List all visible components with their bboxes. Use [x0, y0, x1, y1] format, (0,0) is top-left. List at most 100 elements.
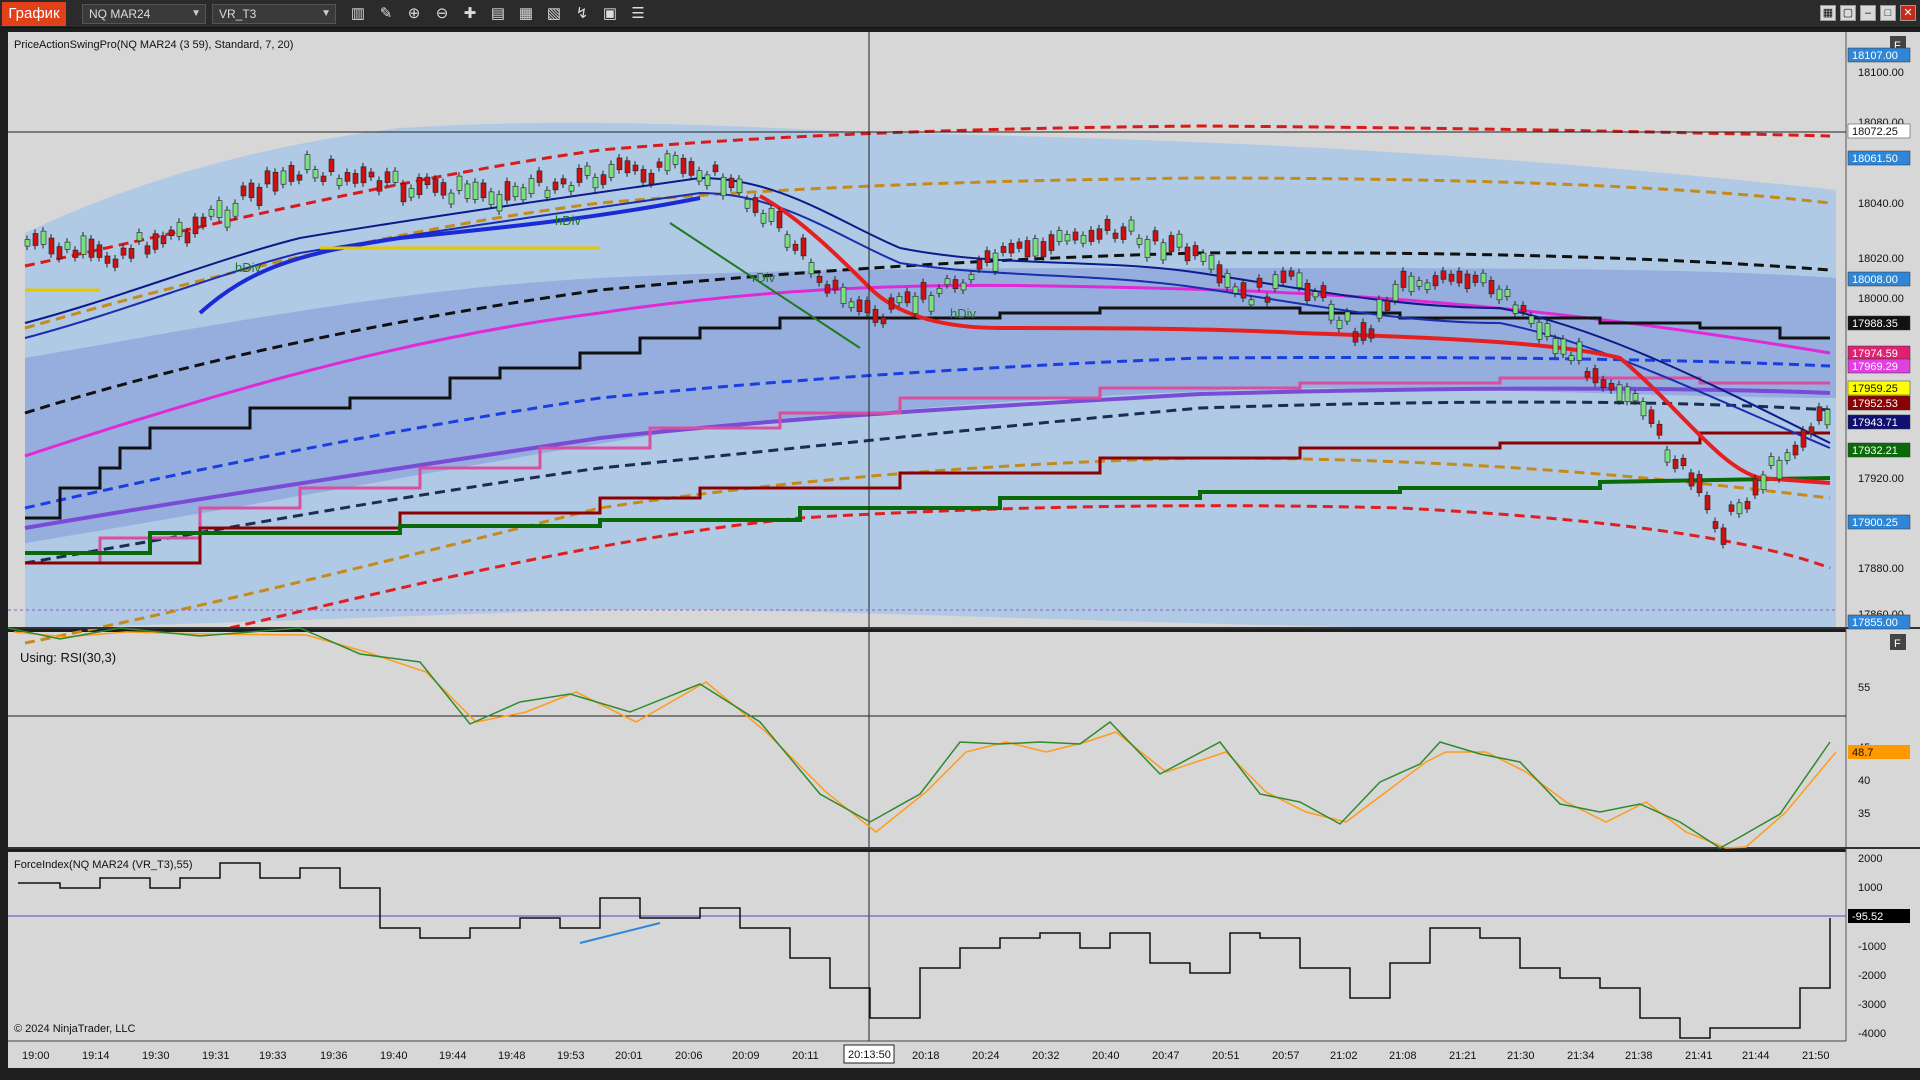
instrument-selector[interactable]: NQ MAR24 ▼ [82, 4, 206, 24]
draw-pencil-icon[interactable]: ✎ [376, 4, 396, 24]
candle-body [680, 157, 687, 174]
minimize-icon[interactable]: – [1860, 5, 1876, 21]
candle-body [1296, 272, 1303, 288]
candle-body [96, 244, 103, 258]
candle-body [744, 199, 751, 209]
close-icon[interactable]: ✕ [1900, 5, 1916, 21]
candle-body [472, 181, 479, 200]
bar-type-icon[interactable]: ▥ [348, 4, 368, 24]
chart-area[interactable]: PriceActionSwingPro(NQ MAR24 (3 59), Sta… [0, 28, 1920, 1080]
time-tick-label: 21:38 [1625, 1050, 1653, 1062]
chart-tab[interactable]: График [2, 2, 66, 26]
rsi-tick-label: 35 [1858, 808, 1870, 820]
candle-body [1424, 282, 1431, 290]
candle-body [976, 259, 983, 270]
time-tick-label: 19:53 [557, 1050, 585, 1062]
candle-body [344, 172, 351, 182]
price-marker-text: 18107.00 [1852, 50, 1898, 62]
candle-body [1824, 409, 1831, 426]
candle-body [640, 169, 647, 183]
time-tick-label: 21:34 [1567, 1050, 1595, 1062]
candle-body [1192, 245, 1199, 257]
strategies-icon[interactable]: ▧ [544, 4, 564, 24]
candle-body [1552, 338, 1559, 354]
crosshair-icon[interactable]: ✚ [460, 4, 480, 24]
force-tick-label: -1000 [1858, 941, 1886, 953]
candle-body [816, 275, 823, 283]
candle-body [1784, 452, 1791, 461]
candle-body [824, 284, 831, 294]
zoom-in-icon[interactable]: ⊕ [404, 4, 424, 24]
candle-body [920, 282, 927, 300]
candle-body [1168, 235, 1175, 252]
price-tick-label: 18100.00 [1858, 67, 1904, 79]
candle-body [248, 182, 255, 198]
time-tick-label: 19:30 [142, 1050, 170, 1062]
time-tick-label: 21:41 [1685, 1050, 1713, 1062]
time-tick-label: 21:21 [1449, 1050, 1477, 1062]
candle-body [576, 167, 583, 183]
candle-body [1136, 237, 1143, 245]
candle-body [1440, 270, 1447, 280]
list-icon[interactable]: ☰ [628, 4, 648, 24]
candle-body [440, 182, 447, 196]
zoom-out-icon[interactable]: ⊖ [432, 4, 452, 24]
restore-icon[interactable]: ▢ [1840, 5, 1856, 21]
candle-body [152, 233, 159, 250]
candle-body [144, 245, 151, 255]
candle-body [352, 173, 359, 184]
candle-body [960, 282, 967, 291]
candle-body [1088, 229, 1095, 242]
candle-body [1248, 299, 1255, 306]
force-marker-text: -95.52 [1852, 911, 1883, 923]
candle-body [560, 178, 567, 185]
price-tick-label: 18040.00 [1858, 198, 1904, 210]
candle-body [1464, 273, 1471, 289]
time-tick-label: 20:01 [615, 1050, 643, 1062]
price-marker-text: 18072.25 [1852, 126, 1898, 138]
candle-body [1544, 323, 1551, 337]
time-tick-label: 19:40 [380, 1050, 408, 1062]
candle-body [944, 278, 951, 285]
candle-body [1576, 341, 1583, 361]
data-box-icon[interactable]: ▣ [600, 4, 620, 24]
candle-body [1320, 285, 1327, 298]
period-selector[interactable]: VR_T3 ▼ [212, 4, 336, 24]
candle-body [1672, 459, 1679, 469]
candle-body [1120, 226, 1127, 240]
indicators-icon[interactable]: ▦ [516, 4, 536, 24]
time-tick-label: 21:44 [1742, 1050, 1770, 1062]
tile-icon[interactable]: ▦ [1820, 5, 1836, 21]
time-tick-label: 19:44 [439, 1050, 467, 1062]
candle-body [808, 262, 815, 275]
candle-body [1768, 456, 1775, 466]
candle-body [480, 182, 487, 199]
candle-body [968, 274, 975, 281]
candle-body [264, 170, 271, 185]
candle-body [1304, 283, 1311, 301]
candle-body [768, 208, 775, 222]
candle-body [1776, 460, 1783, 480]
chart-trader-icon[interactable]: ↯ [572, 4, 592, 24]
candle-body [496, 194, 503, 212]
candle-body [1496, 288, 1503, 301]
chart-canvas[interactable]: PriceActionSwingPro(NQ MAR24 (3 59), Sta… [0, 28, 1920, 1080]
candle-body [128, 248, 135, 259]
candle-body [1728, 504, 1735, 512]
properties-icon[interactable]: ▤ [488, 4, 508, 24]
candle-body [312, 169, 319, 179]
candle-body [1744, 501, 1751, 510]
candle-body [1128, 219, 1135, 232]
candle-body [992, 252, 999, 272]
candle-body [1656, 423, 1663, 436]
candle-body [1592, 368, 1599, 384]
candle-body [1752, 478, 1759, 496]
time-tick-label: 20:32 [1032, 1050, 1060, 1062]
candle-body [40, 230, 47, 245]
maximize-icon[interactable]: □ [1880, 5, 1896, 21]
candle-body [1272, 274, 1279, 289]
candle-body [928, 295, 935, 312]
candle-body [1472, 274, 1479, 283]
candle-body [176, 221, 183, 237]
rsi-panel-bg [8, 632, 1846, 848]
